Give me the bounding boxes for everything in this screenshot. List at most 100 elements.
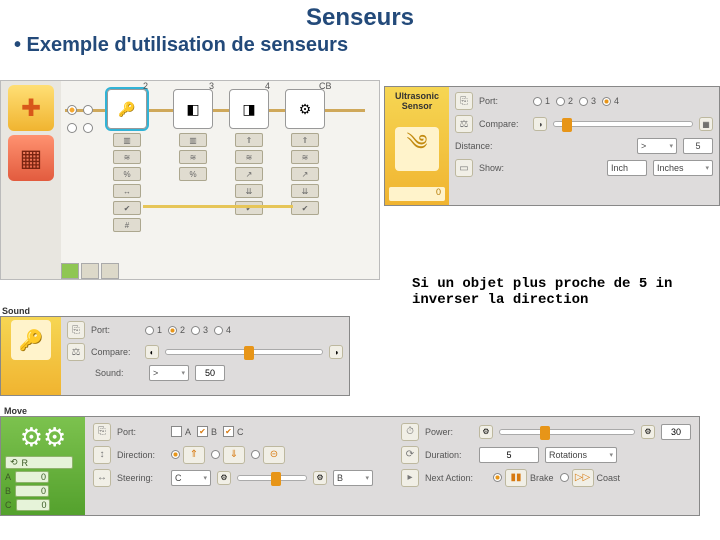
- start-plug: [67, 105, 93, 115]
- power-max-icon[interactable]: ⚙: [641, 425, 655, 439]
- chevron-down-icon: ▾: [669, 142, 673, 150]
- slider-max-icon[interactable]: ▦: [699, 117, 713, 131]
- port-2-radio[interactable]: 2: [168, 325, 185, 335]
- direction-icon: ↕: [93, 446, 111, 464]
- distance-row: Distance: >▾ 5: [455, 138, 713, 154]
- ultrasonic-icon: ༄: [395, 127, 439, 171]
- duration-row: ⟳ Duration: 5 Rotations▾: [401, 445, 691, 464]
- sequence-canvas[interactable]: 🔑 2 ◧ 3 ◨ 4 ⚙ CB ▥≋%↔✔# ▥≋% ⇑≋↗⇊✔ ⇑≋↗⇊✔: [61, 81, 379, 279]
- brake-icon: ▮▮: [505, 469, 527, 487]
- port-4-radio[interactable]: 4: [214, 325, 231, 335]
- port-icon: ⎘: [455, 92, 473, 110]
- data-hub-4[interactable]: ⇑≋↗⇊✔: [291, 133, 321, 215]
- power-row: ⏱ Power: ⚙ ⚙ 30: [401, 422, 691, 441]
- port-3-radio[interactable]: 3: [191, 325, 208, 335]
- data-wire: [143, 205, 293, 208]
- explanation-text: Si un objet plus proche de 5 in inverser…: [412, 276, 672, 308]
- power-min-icon[interactable]: ⚙: [479, 425, 493, 439]
- next-label: Next Action:: [425, 473, 487, 483]
- dir-forward[interactable]: ⇑: [171, 446, 205, 464]
- power-slider[interactable]: [499, 429, 635, 435]
- data-hub-2[interactable]: ▥≋%: [179, 133, 209, 181]
- palette-flow-block[interactable]: ▦: [8, 135, 54, 181]
- unit-dropdown[interactable]: Inches▾: [653, 160, 713, 176]
- arrow-down-icon: ⇓: [223, 446, 245, 464]
- port-c-check[interactable]: ✔C: [223, 426, 244, 437]
- dir-stop[interactable]: ⊝: [251, 446, 285, 464]
- direction-row: ↕ Direction: ⇑ ⇓ ⊝: [93, 445, 383, 464]
- block-port-label: 2: [143, 81, 148, 91]
- reset-button[interactable]: ⟲ R: [5, 456, 73, 469]
- feedback-a: A0: [5, 471, 81, 483]
- gear-icon: ⚙: [299, 101, 312, 118]
- duration-unit-dropdown[interactable]: Rotations▾: [545, 447, 617, 463]
- sound-compare-row: ⚖ Compare: ◐ ◑: [67, 343, 343, 361]
- distance-value-input[interactable]: 5: [683, 138, 713, 154]
- chevron-down-icon: ▾: [365, 474, 369, 482]
- port-icon: ⎘: [67, 321, 85, 339]
- ultrasonic-config-panel: Ultrasonic Sensor ༄ 0 ⎘ Port: 1 2 3 4 ⚖ …: [384, 86, 720, 206]
- gear-block[interactable]: ⚙: [285, 89, 325, 129]
- port-row: ⎘ Port: 1 2 3 4: [455, 92, 713, 110]
- steering-slider[interactable]: [237, 475, 307, 481]
- port-icon: ⎘: [93, 423, 111, 441]
- next-action-row: ▸ Next Action: ▮▮Brake ▷▷Coast: [401, 468, 691, 487]
- palette-tabs[interactable]: [61, 263, 119, 279]
- slider-max-icon[interactable]: ◑: [329, 345, 343, 359]
- data-hub-1[interactable]: ▥≋%↔✔#: [113, 133, 143, 232]
- ultrasonic-header: Ultrasonic Sensor ༄ 0: [385, 87, 449, 205]
- stop-icon: ⊝: [263, 446, 285, 464]
- microphone-icon: 🔑: [118, 101, 135, 118]
- steer-right-icon: ⚙: [313, 471, 327, 485]
- ultrasonic-reading: 0: [389, 187, 445, 201]
- dir-back[interactable]: ⇓: [211, 446, 245, 464]
- brake-radio[interactable]: ▮▮Brake: [493, 469, 554, 487]
- port-1-radio[interactable]: 1: [533, 96, 550, 106]
- tab-2[interactable]: [81, 263, 99, 279]
- block-4[interactable]: ◨: [229, 89, 269, 129]
- slide-title: Senseurs: [0, 0, 720, 32]
- port-3-radio[interactable]: 3: [579, 96, 596, 106]
- port-2-radio[interactable]: 2: [556, 96, 573, 106]
- start-plug-2: [67, 123, 93, 133]
- slide-subtitle: • Exemple d'utilisation de senseurs: [0, 34, 720, 57]
- feedback-c: C0: [5, 499, 81, 511]
- distance-op-dropdown[interactable]: >▾: [637, 138, 677, 154]
- inch-button[interactable]: Inch: [607, 160, 647, 176]
- slider-min-icon[interactable]: ◑: [533, 117, 547, 131]
- compare-slider[interactable]: [553, 121, 693, 127]
- sound-header: 🔑: [1, 317, 61, 395]
- sound-icon: 🔑: [11, 320, 51, 360]
- port-4-radio[interactable]: 4: [602, 96, 619, 106]
- steering-row: ↔ Steering: C▾ ⚙ ⚙ B▾: [93, 468, 383, 487]
- data-hub-3[interactable]: ⇑≋↗⇊✔: [235, 133, 265, 215]
- sound-slider[interactable]: [165, 349, 323, 355]
- compare-icon: ⚖: [455, 115, 473, 133]
- block-icon: ◧: [186, 101, 199, 118]
- sound-value-input[interactable]: 50: [195, 365, 225, 381]
- block-3[interactable]: ◧: [173, 89, 213, 129]
- distance-label: Distance:: [455, 141, 493, 151]
- move-port-row: ⎘ Port: A ✔B ✔C: [93, 422, 383, 441]
- sound-op-dropdown[interactable]: >▾: [149, 365, 189, 381]
- steering-left-dropdown[interactable]: C▾: [171, 470, 211, 486]
- steering-right-dropdown[interactable]: B▾: [333, 470, 373, 486]
- tab-3[interactable]: [101, 263, 119, 279]
- sound-label: Sound:: [95, 368, 143, 378]
- duration-label: Duration:: [425, 450, 473, 460]
- power-value-input[interactable]: 30: [661, 424, 691, 440]
- port-b-check[interactable]: ✔B: [197, 426, 217, 437]
- duration-value-input[interactable]: 5: [479, 447, 539, 463]
- coast-radio[interactable]: ▷▷Coast: [560, 469, 621, 487]
- ultrasonic-title: Ultrasonic Sensor: [395, 91, 439, 111]
- port-1-radio[interactable]: 1: [145, 325, 162, 335]
- block-icon: ◨: [242, 101, 255, 118]
- compare-label: Compare:: [91, 347, 139, 357]
- slider-min-icon[interactable]: ◐: [145, 345, 159, 359]
- tab-1[interactable]: [61, 263, 79, 279]
- port-a-check[interactable]: A: [171, 426, 191, 437]
- palette-common-block[interactable]: ✚: [8, 85, 54, 131]
- port-label: Port:: [91, 325, 139, 335]
- sound-sensor-block[interactable]: 🔑: [107, 89, 147, 129]
- chevron-down-icon: ▾: [203, 474, 207, 482]
